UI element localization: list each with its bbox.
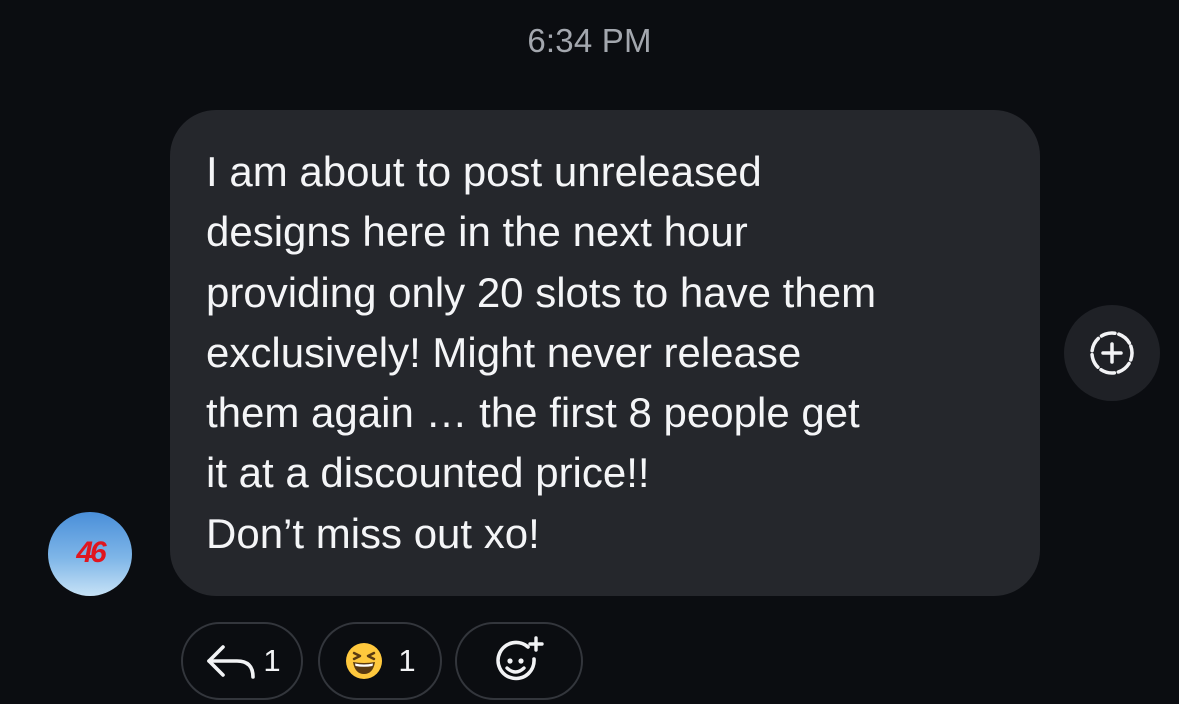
message-add-button[interactable]	[1064, 305, 1160, 401]
message-line: it at a discounted price!!	[206, 449, 650, 497]
message-line: Don’t miss out xo!	[206, 509, 540, 557]
reply-count-button[interactable]: 1	[181, 622, 303, 700]
message-line: them again … the first 8 people get	[206, 389, 860, 437]
avatar-label: 46	[76, 536, 106, 569]
emoji-reaction-count: 1	[398, 643, 416, 678]
message-line: designs here in the next hour	[206, 208, 748, 256]
reply-count: 1	[263, 643, 281, 678]
add-reaction-smiley-icon	[496, 636, 544, 681]
dashed-circle-plus-icon	[1090, 331, 1134, 375]
message-timestamp: 6:34 PM	[527, 22, 652, 59]
grinning-squinting-face-emoji	[346, 643, 383, 679]
message-line: I am about to post unreleased	[206, 148, 762, 195]
emoji-reaction-button[interactable]: 1	[318, 622, 442, 700]
reply-arrow-icon	[207, 645, 256, 679]
message-bubble[interactable]: I am about to post unreleased designs he…	[170, 110, 1040, 596]
add-reaction-button[interactable]	[455, 622, 583, 700]
sender-avatar[interactable]: 46	[48, 512, 132, 596]
message-line: providing only 20 slots to have them	[206, 268, 877, 316]
message-line: exclusively! Might never release	[206, 328, 802, 376]
